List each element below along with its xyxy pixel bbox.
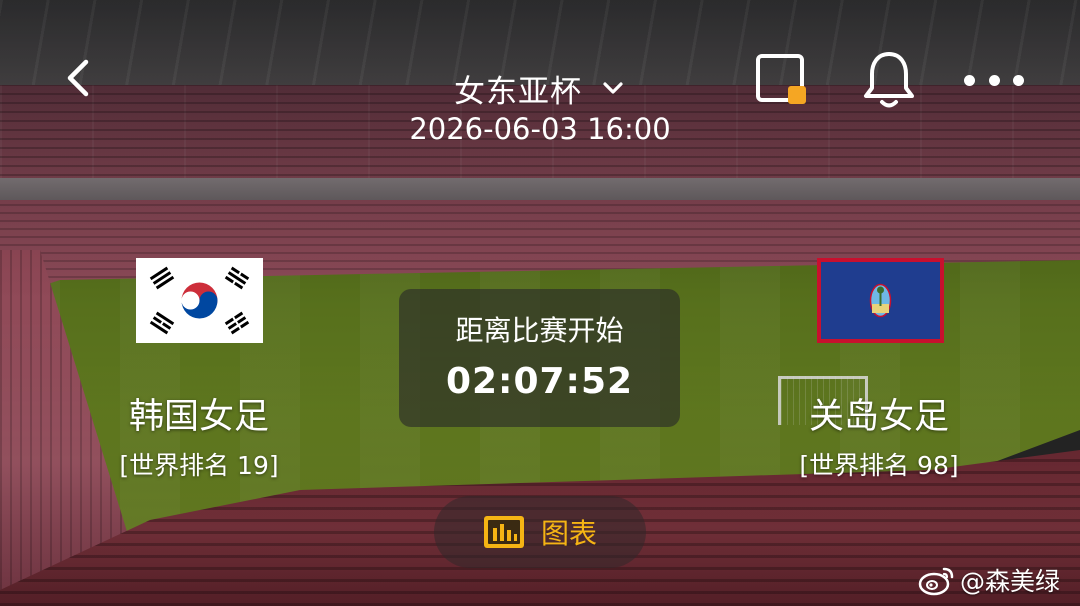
chart-button-label: 图表: [540, 517, 597, 550]
back-button[interactable]: [58, 56, 102, 100]
countdown-panel: 距离比赛开始 02:07:52: [399, 289, 680, 427]
bar-chart-icon: [483, 516, 524, 548]
more-icon-dot: [1013, 74, 1024, 86]
watermark: @森美绿: [918, 560, 1078, 600]
more-icon-dot: [988, 74, 1000, 86]
south-korea-flag-icon: [136, 258, 263, 343]
bell-icon: [864, 52, 914, 108]
guam-flag-icon: [817, 258, 944, 343]
home-team-name[interactable]: 韩国女足: [79, 388, 319, 439]
weibo-logo-icon: [918, 567, 954, 596]
more-button[interactable]: [964, 66, 1024, 94]
home-team-rank: [世界排名 19]: [119, 451, 279, 480]
floating-window-icon: [756, 54, 806, 104]
floating-window-button[interactable]: [754, 52, 812, 110]
chevron-down-icon: [603, 82, 623, 94]
chart-button[interactable]: 图表: [434, 496, 646, 568]
away-team-rank: [世界排名 98]: [799, 451, 959, 480]
more-icon-dot: [964, 74, 975, 86]
watermark-text: @森美绿: [960, 567, 1061, 596]
competition-title: 女东亚杯: [454, 73, 582, 110]
back-arrow-icon: [67, 59, 89, 97]
away-team-name[interactable]: 关岛女足: [759, 388, 999, 439]
notification-button[interactable]: [860, 48, 918, 110]
match-datetime: 2026-06-03 16:00: [409, 112, 671, 146]
countdown-label: 距离比赛开始: [455, 314, 624, 347]
countdown-timer: 02:07:52: [445, 361, 634, 402]
competition-selector[interactable]: 女东亚杯: [380, 66, 700, 110]
